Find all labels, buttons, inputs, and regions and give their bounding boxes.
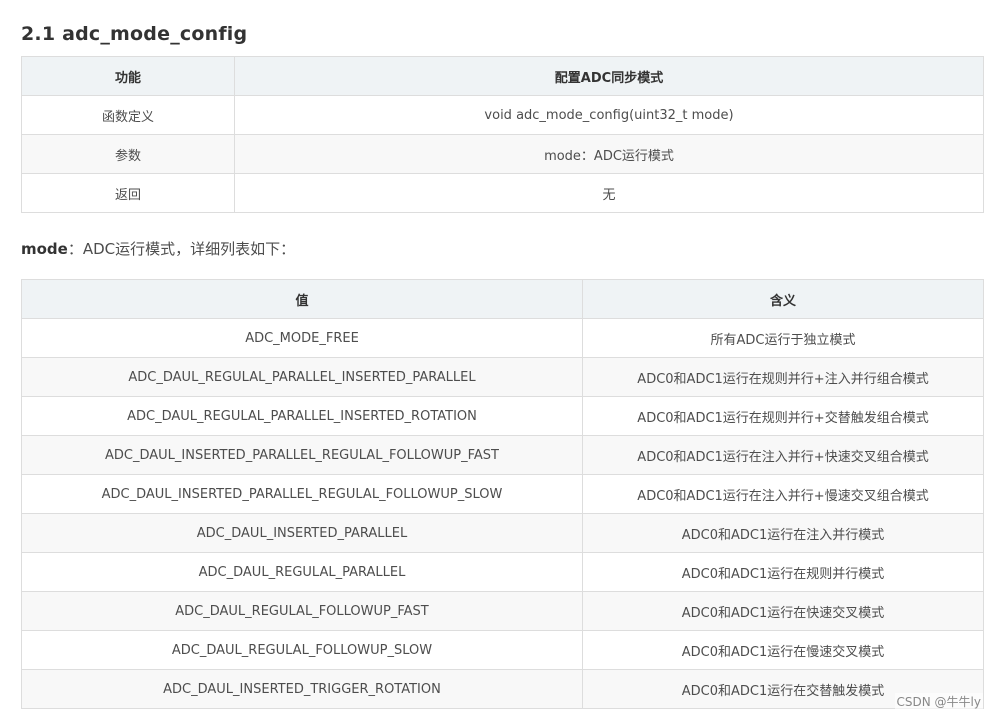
table-row: 参数 mode：ADC运行模式: [21, 134, 984, 174]
mode-values-table: 值 含义 ADC_MODE_FREE 所有ADC运行于独立模式 ADC_DAUL…: [21, 279, 984, 709]
row-label-definition: 函数定义: [21, 95, 235, 135]
row-label-parameter: 参数: [21, 134, 235, 174]
table-row: ADC_DAUL_REGULAL_FOLLOWUP_FAST ADC0和ADC1…: [21, 591, 984, 631]
mode-value-cell: ADC_DAUL_INSERTED_PARALLEL: [21, 513, 583, 553]
mode-meaning-cell: ADC0和ADC1运行在注入并行+快速交叉组合模式: [582, 435, 984, 475]
table-row: ADC_DAUL_INSERTED_PARALLEL ADC0和ADC1运行在注…: [21, 513, 984, 553]
mode-meaning-cell: ADC0和ADC1运行在规则并行模式: [582, 552, 984, 592]
csdn-watermark: CSDN @牛牛ly: [894, 693, 983, 710]
mode-value-cell: ADC_DAUL_INSERTED_PARALLEL_REGULAL_FOLLO…: [21, 435, 583, 475]
table-row: ADC_DAUL_REGULAL_PARALLEL_INSERTED_PARAL…: [21, 357, 984, 397]
table-header-row: 功能 配置ADC同步模式: [21, 56, 984, 96]
table-row: ADC_DAUL_REGULAL_PARALLEL ADC0和ADC1运行在规则…: [21, 552, 984, 592]
parameter-name: mode: [21, 240, 68, 258]
table-row: ADC_DAUL_INSERTED_PARALLEL_REGULAL_FOLLO…: [21, 435, 984, 475]
row-value-parameter: mode：ADC运行模式: [234, 134, 984, 174]
mode-meaning-cell: ADC0和ADC1运行在规则并行+注入并行组合模式: [582, 357, 984, 397]
row-value-definition: void adc_mode_config(uint32_t mode): [234, 95, 984, 135]
mode-meaning-cell: ADC0和ADC1运行在慢速交叉模式: [582, 630, 984, 670]
mode-value-cell: ADC_DAUL_REGULAL_PARALLEL_INSERTED_ROTAT…: [21, 396, 583, 436]
table-row: 返回 无: [21, 173, 984, 213]
header-feature: 功能: [21, 56, 235, 96]
function-table: 功能 配置ADC同步模式 函数定义 void adc_mode_config(u…: [21, 56, 984, 213]
row-label-return: 返回: [21, 173, 235, 213]
header-meaning: 含义: [582, 279, 984, 319]
header-feature-value: 配置ADC同步模式: [234, 56, 984, 96]
mode-value-cell: ADC_DAUL_REGULAL_PARALLEL_INSERTED_PARAL…: [21, 357, 583, 397]
mode-value-cell: ADC_DAUL_INSERTED_TRIGGER_ROTATION: [21, 669, 583, 709]
parameter-description: mode：ADC运行模式，详细列表如下：: [21, 236, 295, 262]
row-value-return: 无: [234, 173, 984, 213]
mode-meaning-cell: ADC0和ADC1运行在规则并行+交替触发组合模式: [582, 396, 984, 436]
mode-value-cell: ADC_DAUL_INSERTED_PARALLEL_REGULAL_FOLLO…: [21, 474, 583, 514]
mode-meaning-cell: ADC0和ADC1运行在注入并行+慢速交叉组合模式: [582, 474, 984, 514]
table-row: ADC_DAUL_REGULAL_FOLLOWUP_SLOW ADC0和ADC1…: [21, 630, 984, 670]
section-title: 2.1 adc_mode_config: [21, 23, 248, 45]
table-row: ADC_MODE_FREE 所有ADC运行于独立模式: [21, 318, 984, 358]
table-row: ADC_DAUL_REGULAL_PARALLEL_INSERTED_ROTAT…: [21, 396, 984, 436]
mode-value-cell: ADC_DAUL_REGULAL_FOLLOWUP_SLOW: [21, 630, 583, 670]
document-page: 2.1 adc_mode_config 功能 配置ADC同步模式 函数定义 vo…: [0, 0, 997, 720]
mode-value-cell: ADC_DAUL_REGULAL_PARALLEL: [21, 552, 583, 592]
table-row: ADC_DAUL_INSERTED_TRIGGER_ROTATION ADC0和…: [21, 669, 984, 709]
mode-meaning-cell: 所有ADC运行于独立模式: [582, 318, 984, 358]
table-header-row: 值 含义: [21, 279, 984, 319]
mode-meaning-cell: ADC0和ADC1运行在注入并行模式: [582, 513, 984, 553]
mode-meaning-cell: ADC0和ADC1运行在快速交叉模式: [582, 591, 984, 631]
table-row: ADC_DAUL_INSERTED_PARALLEL_REGULAL_FOLLO…: [21, 474, 984, 514]
header-value: 值: [21, 279, 583, 319]
parameter-description-text: ：ADC运行模式，详细列表如下：: [67, 240, 296, 258]
mode-value-cell: ADC_DAUL_REGULAL_FOLLOWUP_FAST: [21, 591, 583, 631]
table-row: 函数定义 void adc_mode_config(uint32_t mode): [21, 95, 984, 135]
mode-value-cell: ADC_MODE_FREE: [21, 318, 583, 358]
